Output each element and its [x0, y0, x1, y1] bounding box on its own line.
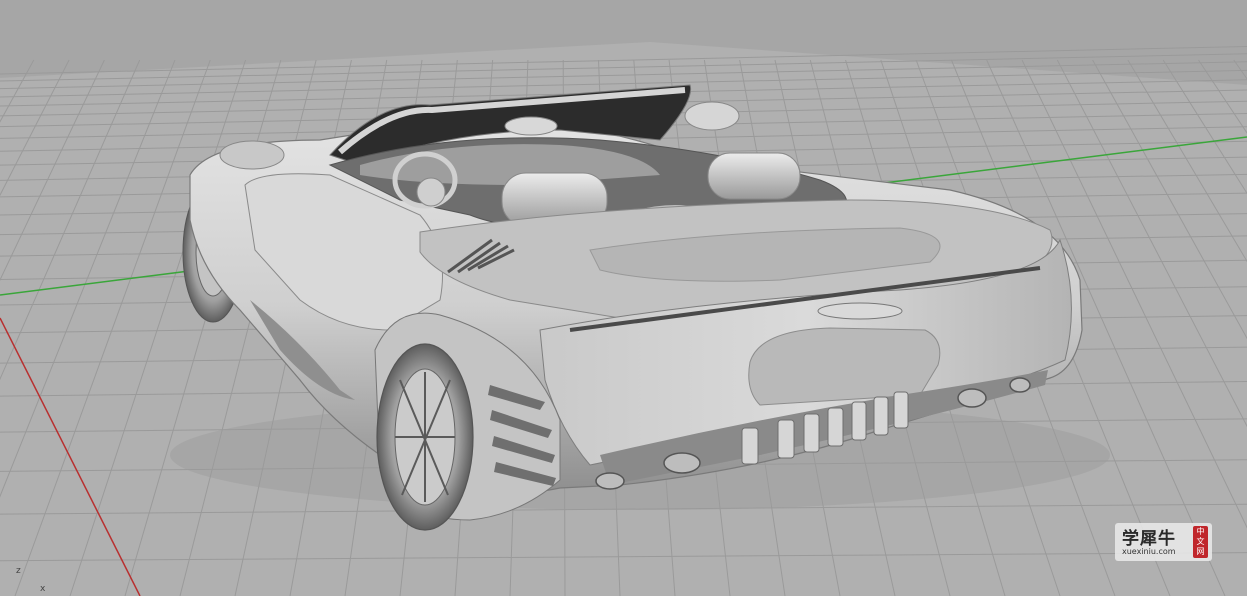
site-watermark: 学犀牛 xuexiniu.com 中 文 网	[1115, 523, 1212, 561]
rear-light	[817, 302, 903, 320]
right-seat-headrest	[707, 152, 801, 200]
axis-label-z: z	[16, 566, 21, 576]
right-mirror	[684, 101, 740, 131]
viewport-canvas	[0, 42, 1247, 596]
watermark-seal: 中 文 网	[1193, 526, 1208, 558]
seal-char: 文	[1196, 537, 1205, 546]
perspective-viewport[interactable]: z x 学犀牛 xuexiniu.com 中 文 网	[0, 0, 1247, 596]
axis-label-x: x	[40, 584, 46, 594]
watermark-url: xuexiniu.com	[1122, 547, 1176, 556]
left-mirror	[219, 140, 285, 170]
seal-char: 网	[1196, 547, 1205, 556]
seal-char: 中	[1196, 527, 1205, 536]
watermark-title: 学犀牛	[1122, 529, 1176, 549]
